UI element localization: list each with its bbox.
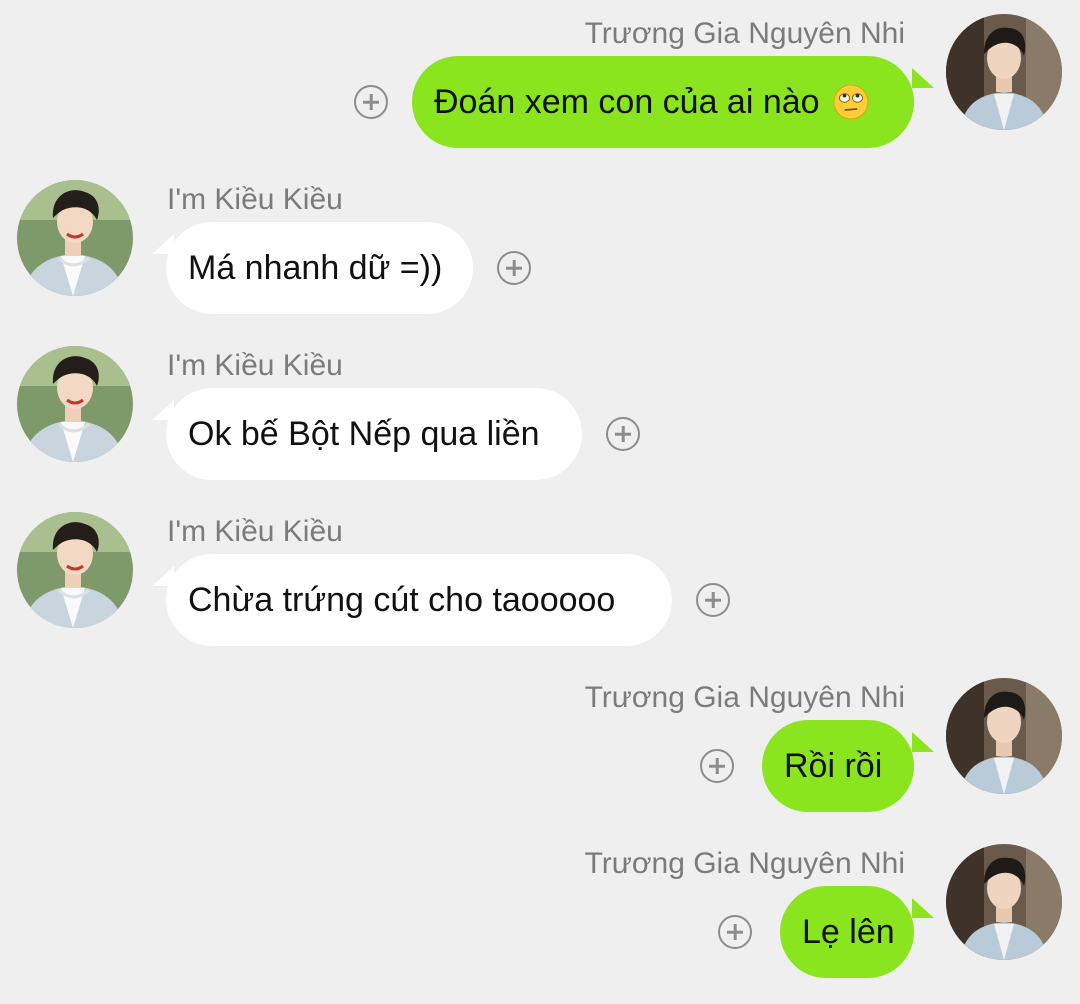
add-reaction-icon[interactable] — [696, 583, 730, 617]
message-bubble[interactable]: Má nhanh dữ =)) — [166, 222, 473, 314]
message-bubble[interactable]: Lẹ lên — [780, 886, 914, 978]
message-text: Ok bế Bột Nếp qua liền — [188, 414, 540, 453]
add-reaction-icon[interactable] — [700, 749, 734, 783]
sender-name: I'm Kiều Kiều — [167, 349, 343, 382]
message-row-incoming: I'm Kiều Kiều Chừa trứng cút cho taooooo — [0, 512, 1080, 672]
sender-name: Trương Gia Nguyên Nhi — [584, 681, 905, 714]
add-reaction-icon[interactable] — [497, 251, 531, 285]
sender-name: I'm Kiều Kiều — [167, 183, 343, 216]
message-text: Chừa trứng cút cho taooooo — [188, 580, 616, 619]
avatar[interactable] — [17, 512, 133, 628]
avatar[interactable] — [946, 14, 1062, 130]
bubble-tail — [912, 68, 934, 88]
message-bubble[interactable]: Rồi rồi — [762, 720, 914, 812]
avatar[interactable] — [17, 180, 133, 296]
bubble-tail — [912, 732, 934, 752]
add-reaction-icon[interactable] — [606, 417, 640, 451]
bubble-tail — [912, 898, 934, 918]
message-bubble[interactable]: Đoán xem con của ai nào — [412, 56, 914, 148]
message-bubble[interactable]: Chừa trứng cút cho taooooo — [166, 554, 672, 646]
face-with-rolling-eyes-emoji — [833, 84, 869, 120]
message-row-outgoing: Trương Gia Nguyên Nhi Rồi rồi — [0, 678, 1080, 838]
avatar[interactable] — [17, 346, 133, 462]
message-text: Má nhanh dữ =)) — [188, 248, 443, 287]
message-text: Đoán xem con của ai nào — [434, 82, 820, 121]
message-row-outgoing: Trương Gia Nguyên Nhi Đoán xem con của a… — [0, 14, 1080, 174]
message-row-incoming: I'm Kiều Kiều Má nhanh dữ =)) — [0, 180, 1080, 340]
add-reaction-icon[interactable] — [354, 85, 388, 119]
message-text: Lẹ lên — [802, 912, 895, 951]
sender-name: Trương Gia Nguyên Nhi — [584, 847, 905, 880]
message-row-outgoing: Trương Gia Nguyên Nhi Lẹ lên — [0, 844, 1080, 1004]
avatar[interactable] — [946, 678, 1062, 794]
message-text: Rồi rồi — [784, 746, 883, 785]
sender-name: Trương Gia Nguyên Nhi — [584, 17, 905, 50]
add-reaction-icon[interactable] — [718, 915, 752, 949]
sender-name: I'm Kiều Kiều — [167, 515, 343, 548]
avatar[interactable] — [946, 844, 1062, 960]
message-bubble[interactable]: Ok bế Bột Nếp qua liền — [166, 388, 582, 480]
message-row-incoming: I'm Kiều Kiều Ok bế Bột Nếp qua liền — [0, 346, 1080, 506]
